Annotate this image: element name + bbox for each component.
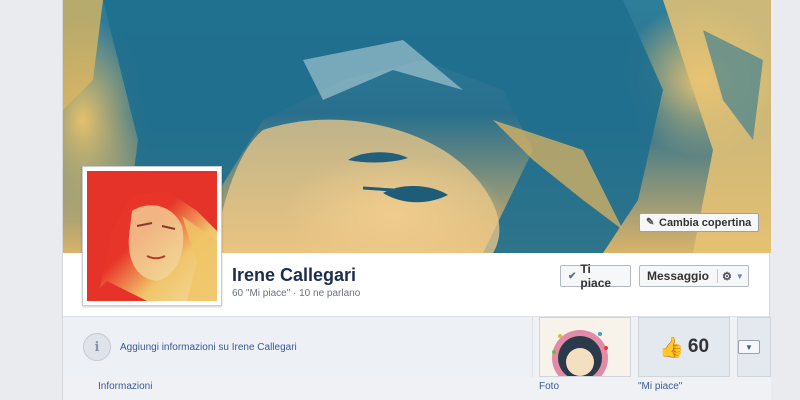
profile-picture[interactable] — [82, 166, 222, 306]
info-tab-label[interactable]: Informazioni — [98, 381, 152, 392]
info-icon: i — [83, 333, 111, 361]
likes-tile[interactable]: 👍 60 — [638, 317, 730, 377]
add-info-panel: i Aggiungi informazioni su Irene Callega… — [63, 317, 533, 377]
message-button-label: Messaggio — [647, 269, 710, 283]
change-cover-label: Cambia copertina — [659, 216, 752, 229]
page-container: ✎ Cambia copertina Irene Callegari 60 "M… — [62, 0, 771, 400]
chevron-down-icon[interactable]: ▼ — [736, 272, 744, 281]
message-button[interactable]: Messaggio ⚙ ▼ — [639, 265, 749, 287]
add-info-link[interactable]: Aggiungi informazioni su Irene Callegari — [120, 342, 297, 353]
likes-tab-label[interactable]: "Mi piace" — [638, 381, 682, 392]
page-title[interactable]: Irene Callegari — [232, 265, 356, 286]
chevron-down-icon: ▼ — [745, 342, 753, 352]
pencil-icon: ✎ — [646, 217, 655, 228]
change-cover-button[interactable]: ✎ Cambia copertina — [639, 213, 760, 232]
more-apps-tile: ▼ — [737, 317, 771, 377]
apps-band: i Aggiungi informazioni su Irene Callega… — [63, 316, 771, 400]
more-apps-button[interactable]: ▼ — [738, 340, 760, 354]
button-separator — [717, 269, 719, 283]
photos-thumbnail — [540, 318, 630, 376]
profile-picture-image — [87, 171, 217, 301]
page-stats: 60 "Mi piace" · 10 ne parlano — [232, 288, 361, 299]
like-button[interactable]: ✔ Ti piace — [560, 262, 631, 290]
check-icon: ✔ — [568, 270, 577, 282]
photos-tab-label[interactable]: Foto — [539, 381, 559, 392]
thumbs-up-icon: 👍 — [658, 336, 684, 359]
photos-tile[interactable] — [539, 317, 631, 377]
gear-icon[interactable]: ⚙ — [722, 270, 732, 283]
likes-count: 60 — [687, 336, 710, 357]
like-button-label: Ti piace — [580, 262, 612, 290]
